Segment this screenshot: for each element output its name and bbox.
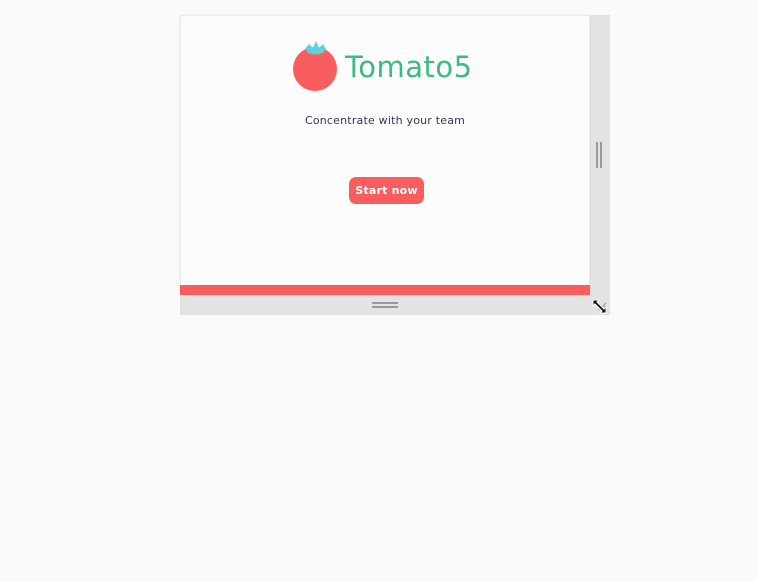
- diagonal-resize-cursor-icon[interactable]: [590, 296, 610, 316]
- tagline: Concentrate with your team: [304, 114, 466, 127]
- vertical-resize-grip-icon[interactable]: [596, 142, 603, 168]
- tomato-icon: [293, 40, 339, 92]
- app-title: Tomato5: [345, 49, 473, 84]
- horizontal-resize-grip-icon[interactable]: [372, 302, 398, 309]
- bottom-accent-bar: [180, 285, 590, 295]
- start-now-button[interactable]: Start now: [349, 177, 424, 204]
- popup-card: Tomato5 Concentrate with your team Start…: [180, 15, 590, 295]
- brand-header: Tomato5: [293, 40, 473, 92]
